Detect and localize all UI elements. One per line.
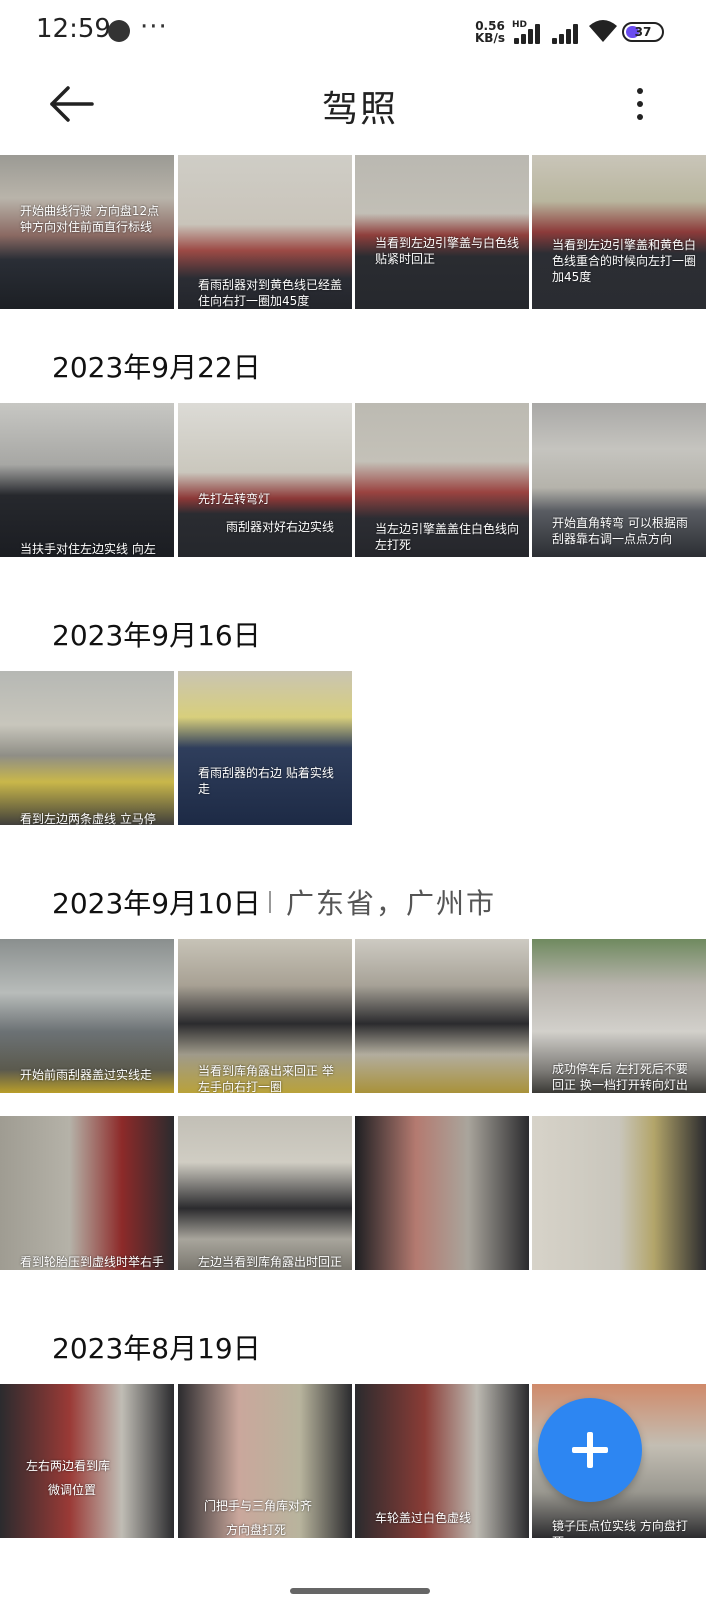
- photo-caption: 门把手与三角库对齐: [204, 1499, 313, 1513]
- network-speed-unit: KB/s: [475, 31, 505, 45]
- battery-level: 37: [634, 25, 652, 39]
- photo-caption: 当左边引擎盖盖住白色线向左打死: [375, 522, 520, 552]
- location-label: 广东省，广州市: [286, 887, 497, 920]
- photo-thumbnail[interactable]: 当左边引擎盖盖住白色线向左打死: [355, 403, 529, 557]
- photo-thumbnail[interactable]: 当后退到看不见库角的时: [355, 1116, 529, 1270]
- photo-row: 开始曲线行驶 方向盘12点钟方向对住前面直行标线看雨刮器对到黄色线已经盖住向右打…: [0, 155, 720, 309]
- photo-caption: 雨刮器对好右边实线: [226, 520, 335, 534]
- photo-thumbnail[interactable]: 看到轮胎压到虚线时举右手望左打死: [0, 1116, 174, 1270]
- photo-caption: 成功停车后 左打死后不要回正 换一档打开转向灯出去: [552, 1062, 688, 1092]
- photo-thumbnail[interactable]: 开始直角转弯 可以根据雨刮器靠右调一点点方向: [532, 403, 706, 557]
- add-button[interactable]: [538, 1398, 642, 1502]
- page-title: 驾照: [321, 89, 398, 130]
- photo-caption: 开始曲线行驶 方向盘12点钟方向对住前面直行标线: [20, 204, 160, 234]
- signal-icon: [550, 22, 582, 44]
- date-header: 2023年8月19日: [52, 1332, 261, 1365]
- photo-caption: 左右两边看到库: [26, 1459, 111, 1473]
- photo-thumbnail[interactable]: 开始回车库角: [532, 1116, 706, 1270]
- photo-thumbnail[interactable]: 成功停车后 左打死后不要回正 换一档打开转向灯出去: [532, 939, 706, 1093]
- photo-caption: 车轮盖过白色虚线: [375, 1511, 472, 1525]
- more-options-button[interactable]: [624, 82, 656, 126]
- photo-caption: 开始直角转弯 可以根据雨刮器靠右调一点点方向: [552, 516, 688, 546]
- photo-caption: 看到左边两条虚线 立马停下: [20, 812, 156, 825]
- date-header: 2023年9月10日: [52, 887, 261, 920]
- photo-caption: 开始前雨刮器盖过实线走: [20, 1068, 153, 1082]
- date-header: 2023年9月22日: [52, 351, 261, 384]
- photo-thumbnail[interactable]: 左右两边看到库微调位置: [0, 1384, 174, 1538]
- photo-caption: 当扶手对住左边实线 向左打死: [20, 542, 156, 556]
- photo-caption: 左边当看到库角露出时回正方向盘 回正之后右手再加半半圈: [198, 1255, 343, 1269]
- notification-icon: [108, 20, 130, 42]
- photo-thumbnail[interactable]: 开始前雨刮器盖过实线走: [0, 939, 174, 1093]
- photo-caption: 当看到左边引擎盖和黄色白色线重合的时候向左打一圈加45度: [552, 238, 697, 284]
- photo-row: 看到左边两条虚线 立马停下 看雨刮器的右边 贴着实线走: [0, 671, 720, 825]
- photo-thumbnail[interactable]: 当看到库角露出来回正 举左手向右打一圈: [178, 939, 352, 1093]
- photo-row: 开始前雨刮器盖过实线走 当看到库角露出来回正 举左手向右打一圈 成功停车后 左打死后…: [0, 939, 720, 1093]
- signal-icon: [512, 22, 544, 44]
- photo-thumbnail[interactable]: 看到左边两条虚线 立马停下: [0, 671, 174, 825]
- photo-thumbnail[interactable]: 左边当看到库角露出时回正方向盘 回正之后右手再加半半圈: [178, 1116, 352, 1270]
- photo-thumbnail[interactable]: 门把手与三角库对齐 方向盘打死: [178, 1384, 352, 1538]
- photo-caption: 先打左转弯灯: [198, 492, 271, 506]
- wifi-icon: [589, 20, 617, 42]
- home-indicator[interactable]: [290, 1588, 430, 1594]
- photo-thumbnail[interactable]: 开始曲线行驶 方向盘12点钟方向对住前面直行标线: [0, 155, 174, 309]
- photo-caption: 微调位置: [48, 1483, 97, 1497]
- status-bar: 12:59 ··· 0.56 KB/s HD 37: [0, 0, 720, 64]
- photo-thumbnail[interactable]: [355, 939, 529, 1093]
- more-notifications-icon: ···: [140, 12, 168, 42]
- network-speed: 0.56 KB/s: [475, 20, 505, 44]
- status-time: 12:59: [36, 14, 111, 44]
- photo-caption: 看到轮胎压到虚线时举右手望左打死: [20, 1255, 165, 1269]
- photo-caption: 看雨刮器对到黄色线已经盖住向右打一圈加45度: [198, 278, 343, 308]
- photo-caption: 方向盘打死: [226, 1523, 287, 1537]
- app-header: 驾照: [0, 64, 720, 154]
- photo-row: 看到轮胎压到虚线时举右手望左打死 左边当看到库角露出时回正方向盘 回正之后右手再加…: [0, 1116, 720, 1270]
- photo-thumbnail[interactable]: 车轮盖过白色虚线: [355, 1384, 529, 1538]
- photo-thumbnail[interactable]: 当看到左边引擎盖和黄色白色线重合的时候向左打一圈加45度: [532, 155, 706, 309]
- photo-thumbnail[interactable]: 看雨刮器的右边 贴着实线走: [178, 671, 352, 825]
- photo-thumbnail[interactable]: 当看到左边引擎盖与白色线贴紧时回正: [355, 155, 529, 309]
- photo-caption: 当看到库角露出来回正 举左手向右打一圈: [198, 1064, 334, 1093]
- photo-caption: 当看到左边引擎盖与白色线贴紧时回正: [375, 236, 520, 266]
- photo-caption: 镜子压点位实线 方向盘打死: [552, 1519, 688, 1538]
- date-header: 2023年9月16日: [52, 619, 261, 652]
- battery-icon: 37: [622, 22, 664, 42]
- photo-thumbnail[interactable]: 先打左转弯灯雨刮器对好右边实线: [178, 403, 352, 557]
- photo-thumbnail[interactable]: 看雨刮器对到黄色线已经盖住向右打一圈加45度: [178, 155, 352, 309]
- photo-row: 当扶手对住左边实线 向左打死先打左转弯灯雨刮器对好右边实线当左边引擎盖盖住白色线…: [0, 403, 720, 557]
- date-location-divider: [269, 891, 271, 913]
- photo-caption: 看雨刮器的右边 贴着实线走: [198, 766, 334, 796]
- photo-thumbnail[interactable]: 当扶手对住左边实线 向左打死: [0, 403, 174, 557]
